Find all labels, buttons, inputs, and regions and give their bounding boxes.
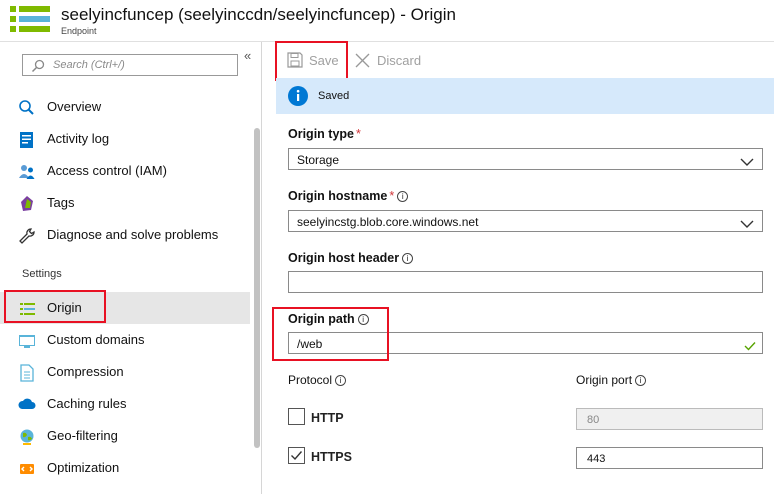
access-control-icon bbox=[18, 163, 36, 181]
info-icon[interactable]: i bbox=[397, 191, 409, 202]
blade-header: seelyincfuncep (seelyinccdn/seelyincfunc… bbox=[0, 0, 774, 42]
origin-blade: Save Discard Saved Origin type * Storage … bbox=[263, 41, 774, 494]
sidebar-item-label: Compression bbox=[47, 364, 124, 379]
sidebar-item-label: Geo-filtering bbox=[47, 428, 118, 443]
save-highlight-box bbox=[275, 41, 348, 81]
close-icon bbox=[355, 53, 370, 73]
https-label: HTTPS bbox=[311, 450, 352, 464]
sidebar-scroll-thumb[interactable] bbox=[254, 128, 260, 448]
sidebar-item-label: Tags bbox=[47, 195, 75, 210]
info-icon[interactable]: i bbox=[402, 253, 414, 264]
search-input[interactable]: Search (Ctrl+/) bbox=[22, 54, 238, 76]
globe-icon bbox=[18, 428, 36, 446]
required-marker: * bbox=[389, 189, 395, 203]
sidebar-item-label: Activity log bbox=[47, 131, 110, 146]
sidebar-item-caching-rules[interactable]: Caching rules bbox=[0, 388, 250, 420]
origin-type-value: Storage bbox=[297, 153, 340, 167]
optimization-icon bbox=[18, 460, 36, 478]
page-title: seelyincfuncep (seelyinccdn/seelyincfunc… bbox=[61, 5, 456, 24]
settings-section-title: Settings bbox=[22, 268, 62, 280]
sidebar-scrollbar[interactable] bbox=[254, 88, 260, 492]
sidebar-item-custom-domains[interactable]: Custom domains bbox=[0, 324, 250, 356]
origin-hostname-select[interactable]: seelyincstg.blob.core.windows.net bbox=[288, 210, 763, 232]
discard-label: Discard bbox=[377, 53, 422, 68]
sidebar-item-label: Access control (IAM) bbox=[47, 163, 167, 178]
chevron-down-icon bbox=[740, 154, 754, 166]
activity-log-icon bbox=[18, 131, 36, 149]
wrench-icon bbox=[18, 227, 36, 245]
required-marker: * bbox=[355, 127, 361, 141]
sidebar-item-tags[interactable]: Tags bbox=[0, 187, 250, 219]
sidebar-item-geo-filtering[interactable]: Geo-filtering bbox=[0, 420, 250, 452]
sidebar-item-label: Custom domains bbox=[47, 332, 145, 347]
checkmark-icon bbox=[291, 451, 303, 461]
origin-type-select[interactable]: Storage bbox=[288, 148, 763, 170]
origin-path-highlight-box bbox=[272, 307, 389, 361]
overview-icon bbox=[18, 99, 36, 117]
resource-menu: Search (Ctrl+/) « Overview Activity log … bbox=[0, 42, 262, 494]
search-placeholder: Search (Ctrl+/) bbox=[53, 59, 125, 71]
http-label: HTTP bbox=[311, 411, 344, 425]
custom-domains-icon bbox=[18, 332, 36, 350]
info-icon[interactable]: i bbox=[335, 375, 347, 386]
tag-icon bbox=[18, 195, 36, 213]
origin-hostname-label: Origin hostname * i bbox=[288, 189, 409, 203]
compression-icon bbox=[18, 364, 36, 382]
valid-check-icon bbox=[744, 338, 756, 351]
saved-notification: Saved bbox=[276, 78, 774, 114]
origin-highlight-box bbox=[4, 290, 106, 323]
collapse-menu-button[interactable]: « bbox=[244, 48, 251, 63]
protocol-label: Protocol i bbox=[288, 373, 347, 387]
sidebar-item-compression[interactable]: Compression bbox=[0, 356, 250, 388]
discard-button[interactable]: Discard bbox=[355, 50, 435, 72]
origin-host-header-label: Origin host header i bbox=[288, 251, 414, 265]
sidebar-item-diagnose[interactable]: Diagnose and solve problems bbox=[0, 219, 250, 251]
notification-text: Saved bbox=[318, 90, 350, 102]
sidebar-item-activity-log[interactable]: Activity log bbox=[0, 123, 250, 155]
sidebar-item-access-control[interactable]: Access control (IAM) bbox=[0, 155, 250, 187]
search-icon bbox=[31, 59, 45, 73]
sidebar-item-label: Diagnose and solve problems bbox=[47, 227, 219, 242]
https-checkbox[interactable] bbox=[288, 447, 305, 464]
chevron-down-icon bbox=[740, 216, 754, 228]
http-port-input[interactable]: 80 bbox=[576, 408, 763, 430]
origin-port-label: Origin port i bbox=[576, 373, 647, 387]
sidebar-item-label: Overview bbox=[47, 99, 102, 114]
http-port-value: 80 bbox=[587, 414, 600, 426]
cdn-endpoint-icon bbox=[10, 6, 50, 32]
command-bar: Save Discard bbox=[263, 41, 774, 81]
origin-host-header-input[interactable] bbox=[288, 271, 763, 293]
origin-type-label: Origin type * bbox=[288, 127, 361, 141]
sidebar-item-optimization[interactable]: Optimization bbox=[0, 452, 250, 484]
info-icon bbox=[288, 86, 308, 106]
https-port-input[interactable]: 443 bbox=[576, 447, 763, 469]
http-checkbox[interactable] bbox=[288, 408, 305, 425]
https-port-value: 443 bbox=[587, 453, 606, 465]
caching-rules-icon bbox=[18, 396, 36, 414]
info-icon[interactable]: i bbox=[635, 375, 647, 386]
sidebar-item-label: Optimization bbox=[47, 460, 120, 475]
sidebar-item-label: Caching rules bbox=[47, 396, 127, 411]
page-subtitle: Endpoint bbox=[61, 26, 97, 36]
sidebar-item-overview[interactable]: Overview bbox=[0, 91, 250, 123]
origin-hostname-value: seelyincstg.blob.core.windows.net bbox=[297, 215, 479, 229]
